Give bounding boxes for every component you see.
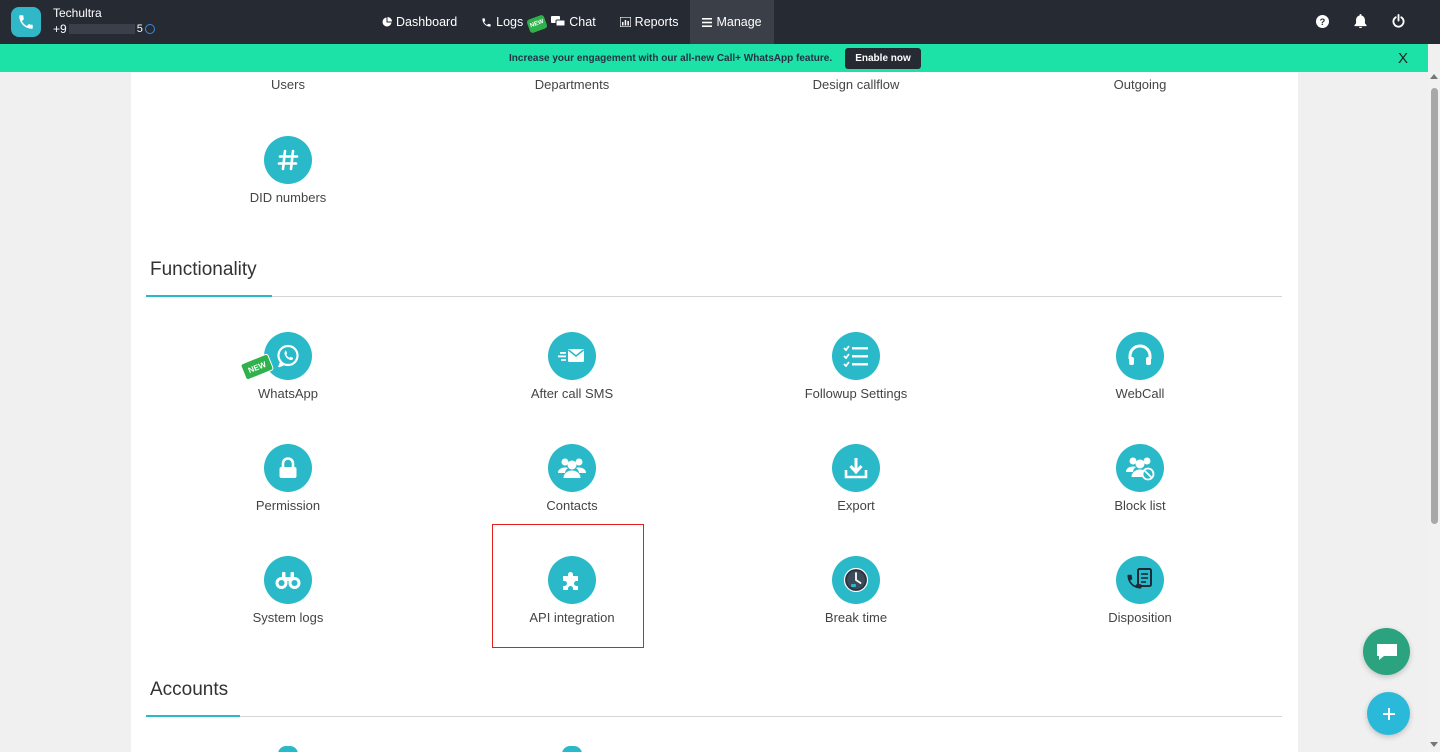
did-numbers-item[interactable]: DID numbers: [208, 136, 368, 205]
hamburger-icon: [702, 17, 713, 27]
number-suffix: 5: [136, 23, 143, 35]
followup-settings-item[interactable]: Followup Settings: [776, 332, 936, 401]
account-name: Techultra: [53, 6, 102, 20]
scroll-down-arrow[interactable]: [1430, 742, 1438, 747]
permission-label: Permission: [255, 498, 321, 513]
whatsapp-label: WhatsApp: [258, 386, 318, 401]
nav-chat-label: Chat: [569, 15, 596, 29]
followup-settings-label: Followup Settings: [804, 386, 908, 401]
main-nav: Dashboard Logs Chat Reports Manage: [370, 0, 774, 44]
number-prefix: +9: [53, 22, 67, 36]
add-button[interactable]: [1367, 692, 1410, 735]
status-ring-icon: [144, 24, 155, 34]
redacted-number: [68, 24, 135, 34]
did-numbers-label: DID numbers: [249, 190, 327, 205]
top-right-icons: ?: [1314, 12, 1406, 30]
headset-icon: [1116, 332, 1164, 380]
clock-break-icon: [832, 556, 880, 604]
users-group-icon: [548, 444, 596, 492]
phone-icon: [482, 17, 491, 27]
scroll-up-arrow[interactable]: [1430, 74, 1438, 79]
chat-support-button[interactable]: [1363, 628, 1410, 675]
block-list-label: Block list: [1114, 498, 1166, 513]
contacts-label: Contacts: [546, 498, 598, 513]
nav-manage[interactable]: Manage: [690, 0, 774, 44]
block-list-item[interactable]: Block list: [1060, 444, 1220, 513]
pie-chart-icon: [382, 17, 392, 27]
chat-bubble-icon: [1376, 643, 1397, 660]
accounts-divider: [146, 716, 1282, 717]
functionality-heading: Functionality: [150, 259, 257, 280]
disposition-label: Disposition: [1108, 610, 1172, 625]
system-logs-label: System logs: [252, 610, 324, 625]
nav-manage-label: Manage: [716, 15, 762, 29]
contacts-item[interactable]: Contacts: [492, 444, 652, 513]
whatsapp-item[interactable]: NEW WhatsApp: [208, 332, 368, 401]
whatsapp-icon: NEW: [239, 332, 312, 381]
users-link[interactable]: Users: [208, 77, 368, 92]
webcall-label: WebCall: [1115, 386, 1165, 401]
export-label: Export: [837, 498, 875, 513]
whatsapp-new-badge: NEW: [239, 353, 275, 381]
design-callflow-link[interactable]: Design callflow: [776, 77, 936, 92]
banner-close-button[interactable]: X: [1398, 50, 1408, 67]
break-time-label: Break time: [824, 610, 888, 625]
download-icon: [832, 444, 880, 492]
export-item[interactable]: Export: [776, 444, 936, 513]
bar-chart-icon: [619, 17, 631, 27]
accounts-item-peek[interactable]: [278, 746, 298, 752]
phone-logo-icon[interactable]: [11, 7, 41, 37]
nav-logs[interactable]: Logs: [469, 0, 535, 44]
phone-note-icon: [1116, 556, 1164, 604]
hash-icon: [264, 136, 312, 184]
bell-icon[interactable]: [1352, 12, 1368, 30]
nav-dashboard-label: Dashboard: [396, 15, 458, 29]
after-call-sms-label: After call SMS: [530, 386, 614, 401]
nav-logs-label: Logs: [496, 15, 524, 29]
accounts-item-peek[interactable]: [562, 746, 582, 752]
functionality-divider: [146, 296, 1282, 297]
top-navbar: Techultra +9 5 Dashboard Logs Chat Repor…: [0, 0, 1440, 44]
disposition-item[interactable]: Disposition: [1060, 556, 1220, 625]
account-number: +9 5: [53, 22, 155, 36]
nav-reports[interactable]: Reports: [608, 0, 691, 44]
plus-icon: [1382, 707, 1395, 720]
permission-item[interactable]: Permission: [208, 444, 368, 513]
power-icon[interactable]: [1390, 12, 1406, 30]
after-call-sms-item[interactable]: After call SMS: [492, 332, 652, 401]
envelope-fast-icon: [548, 332, 596, 380]
checklist-icon: [832, 332, 880, 380]
enable-now-button[interactable]: Enable now: [845, 48, 921, 69]
break-time-item[interactable]: Break time: [776, 556, 936, 625]
chat-bubbles-icon: [551, 16, 566, 27]
promo-text: Increase your engagement with our all-ne…: [509, 53, 833, 64]
outgoing-link[interactable]: Outgoing: [1060, 77, 1220, 92]
svg-text:?: ?: [1319, 16, 1325, 26]
nav-dashboard[interactable]: Dashboard: [370, 0, 469, 44]
webcall-item[interactable]: WebCall: [1060, 332, 1220, 401]
users-blocked-icon: [1116, 444, 1164, 492]
system-logs-item[interactable]: System logs: [208, 556, 368, 625]
accounts-heading: Accounts: [150, 679, 229, 700]
functionality-underline: [146, 295, 272, 297]
scrollbar-thumb[interactable]: [1431, 88, 1438, 524]
promo-banner: Increase your engagement with our all-ne…: [0, 44, 1428, 72]
binoculars-icon: [264, 556, 312, 604]
help-icon[interactable]: ?: [1314, 12, 1330, 30]
nav-reports-label: Reports: [634, 15, 679, 29]
lock-icon: [264, 444, 312, 492]
accounts-underline: [146, 715, 240, 717]
selection-highlight: [492, 524, 644, 648]
departments-link[interactable]: Departments: [492, 77, 652, 92]
